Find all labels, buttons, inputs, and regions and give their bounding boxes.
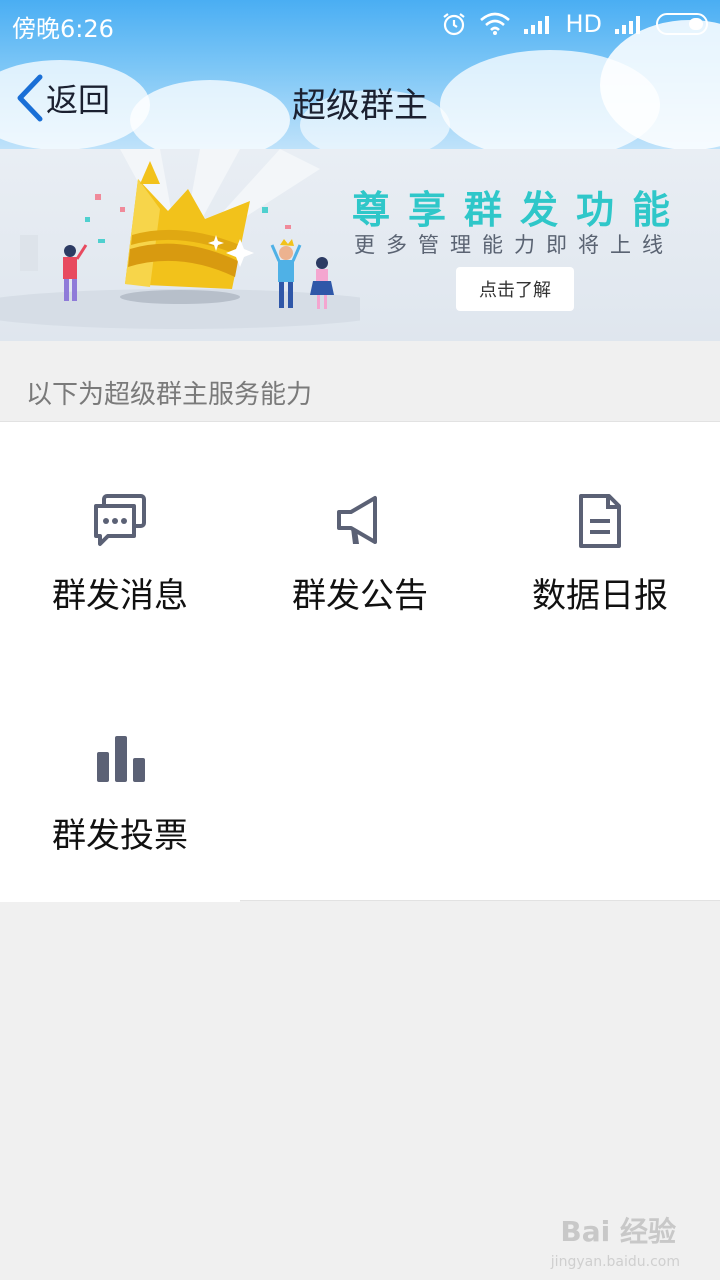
network-type: HD: [565, 10, 602, 38]
banner-headline: 尊享群发功能: [352, 188, 689, 232]
document-icon: [579, 494, 621, 548]
feature-mass-announcement[interactable]: 群发公告: [240, 422, 480, 662]
feature-label: 数据日报: [532, 576, 668, 616]
watermark-url: jingyan.baidu.com: [550, 1254, 680, 1270]
feature-grid: 群发消息 群发公告 数据日报 群发投票: [0, 421, 720, 902]
feature-label: 群发公告: [292, 576, 428, 616]
banner-subtitle: 更多管理能力即将上线: [354, 233, 674, 257]
feature-mass-message[interactable]: 群发消息: [0, 422, 240, 662]
feature-label: 群发投票: [52, 816, 188, 856]
status-time: 傍晚6:26: [12, 15, 114, 43]
megaphone-icon: [337, 496, 377, 544]
crown-illustration: [0, 149, 360, 329]
status-bar: 傍晚6:26 HD: [0, 0, 720, 48]
promo-banner[interactable]: 尊享群发功能 更多管理能力即将上线 点击了解: [0, 149, 720, 341]
chat-bubbles-icon: [94, 494, 146, 546]
feature-mass-vote[interactable]: 群发投票: [0, 662, 240, 902]
learn-more-button[interactable]: 点击了解: [456, 267, 574, 311]
battery-icon: [656, 13, 708, 35]
baidu-watermark: Bai 经验: [560, 1215, 676, 1248]
signal-icon: [615, 16, 640, 34]
bar-chart-icon: [97, 736, 145, 782]
page-title: 超级群主: [292, 86, 428, 126]
section-title: 以下为超级群主服务能力: [26, 380, 313, 410]
alarm-icon: [443, 13, 466, 36]
feature-daily-report[interactable]: 数据日报: [480, 422, 720, 662]
wifi-icon: [480, 12, 511, 35]
status-icons: HD: [441, 8, 708, 40]
header: 傍晚6:26 HD 返回 超级群主: [0, 0, 720, 149]
title-bar: 返回 超级群主: [0, 48, 720, 149]
feature-label: 群发消息: [52, 576, 188, 616]
signal-icon: [524, 16, 550, 34]
